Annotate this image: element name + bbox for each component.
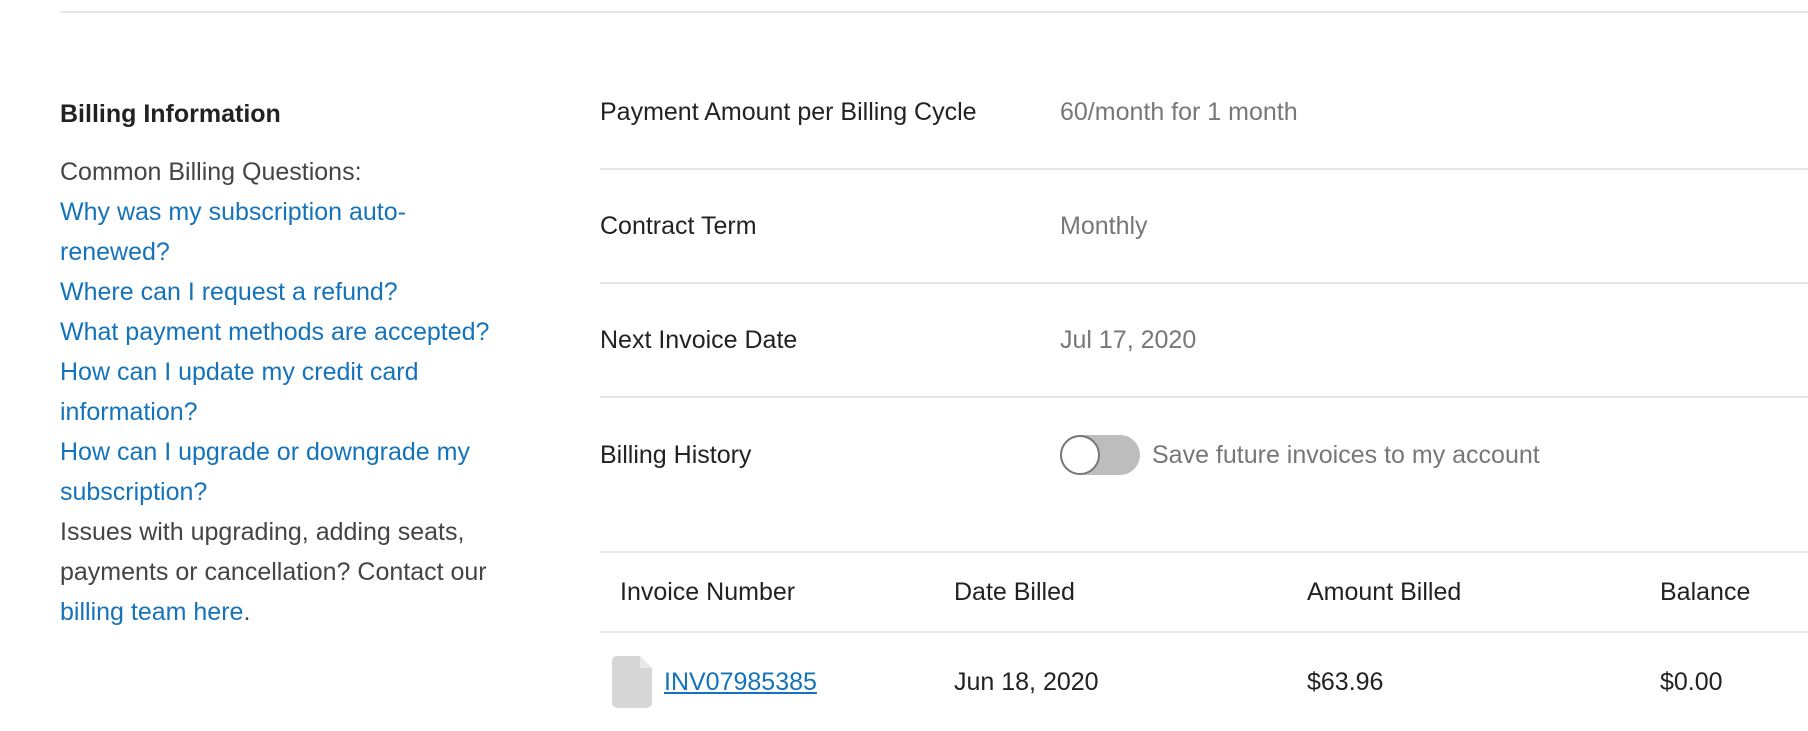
balance-cell: $0.00 xyxy=(1660,667,1723,696)
top-divider xyxy=(60,11,1808,13)
save-invoices-toggle-wrap: Save future invoices to my account xyxy=(1060,435,1540,475)
faq-link-payment-methods[interactable]: What payment methods are accepted? xyxy=(60,312,530,352)
faq-link-refund[interactable]: Where can I request a refund? xyxy=(60,272,530,312)
next-invoice-value: Jul 17, 2020 xyxy=(1060,325,1197,354)
billing-history-label: Billing History xyxy=(600,440,752,469)
contact-note-suffix: . xyxy=(243,598,251,626)
col-header-date-billed: Date Billed xyxy=(954,577,1075,606)
col-header-amount-billed: Amount Billed xyxy=(1307,577,1462,606)
invoice-number-link[interactable]: INV07985385 xyxy=(664,668,817,697)
contact-note: Issues with upgrading, adding seats, pay… xyxy=(60,512,530,632)
contact-note-text: Issues with upgrading, adding seats, pay… xyxy=(60,518,487,586)
table-row: INV07985385 Jun 18, 2020 $63.96 $0.00 xyxy=(600,631,1808,731)
document-icon[interactable] xyxy=(612,656,652,708)
contract-term-value: Monthly xyxy=(1060,211,1148,240)
faq-heading: Common Billing Questions: xyxy=(60,158,362,186)
payment-amount-label: Payment Amount per Billing Cycle xyxy=(600,97,977,126)
amount-billed-cell: $63.96 xyxy=(1307,667,1384,696)
save-invoices-toggle-label: Save future invoices to my account xyxy=(1152,440,1540,469)
table-header: Invoice Number Date Billed Amount Billed… xyxy=(600,551,1808,631)
next-invoice-row: Next Invoice Date Jul 17, 2020 xyxy=(600,284,1808,398)
payment-amount-value: 60/month for 1 month xyxy=(1060,97,1298,126)
billing-team-link[interactable]: billing team here xyxy=(60,598,243,626)
faq-link-update-credit-card[interactable]: How can I update my credit card informat… xyxy=(60,352,480,432)
toggle-knob xyxy=(1060,435,1100,475)
section-title: Billing Information xyxy=(60,100,281,128)
invoice-number-cell: INV07985385 xyxy=(600,656,954,708)
save-invoices-toggle[interactable] xyxy=(1060,435,1140,475)
col-header-balance: Balance xyxy=(1660,577,1751,606)
billing-history-row: Billing History Save future invoices to … xyxy=(600,398,1808,512)
faq-link-auto-renewed[interactable]: Why was my subscription auto-renewed? xyxy=(60,192,460,272)
contract-term-row: Contract Term Monthly xyxy=(600,170,1808,284)
col-header-invoice-number: Invoice Number xyxy=(620,577,796,606)
date-billed-cell: Jun 18, 2020 xyxy=(954,667,1099,696)
contract-term-label: Contract Term xyxy=(600,211,757,240)
faq-link-upgrade-downgrade[interactable]: How can I upgrade or downgrade my subscr… xyxy=(60,432,520,512)
payment-amount-row: Payment Amount per Billing Cycle 60/mont… xyxy=(600,56,1808,170)
faq-list: Common Billing Questions: Why was my sub… xyxy=(60,152,530,632)
billing-info-sidebar: Billing Information Common Billing Quest… xyxy=(60,96,530,632)
billing-details: Payment Amount per Billing Cycle 60/mont… xyxy=(600,56,1808,512)
next-invoice-label: Next Invoice Date xyxy=(600,325,798,354)
invoice-table: Invoice Number Date Billed Amount Billed… xyxy=(600,551,1808,731)
